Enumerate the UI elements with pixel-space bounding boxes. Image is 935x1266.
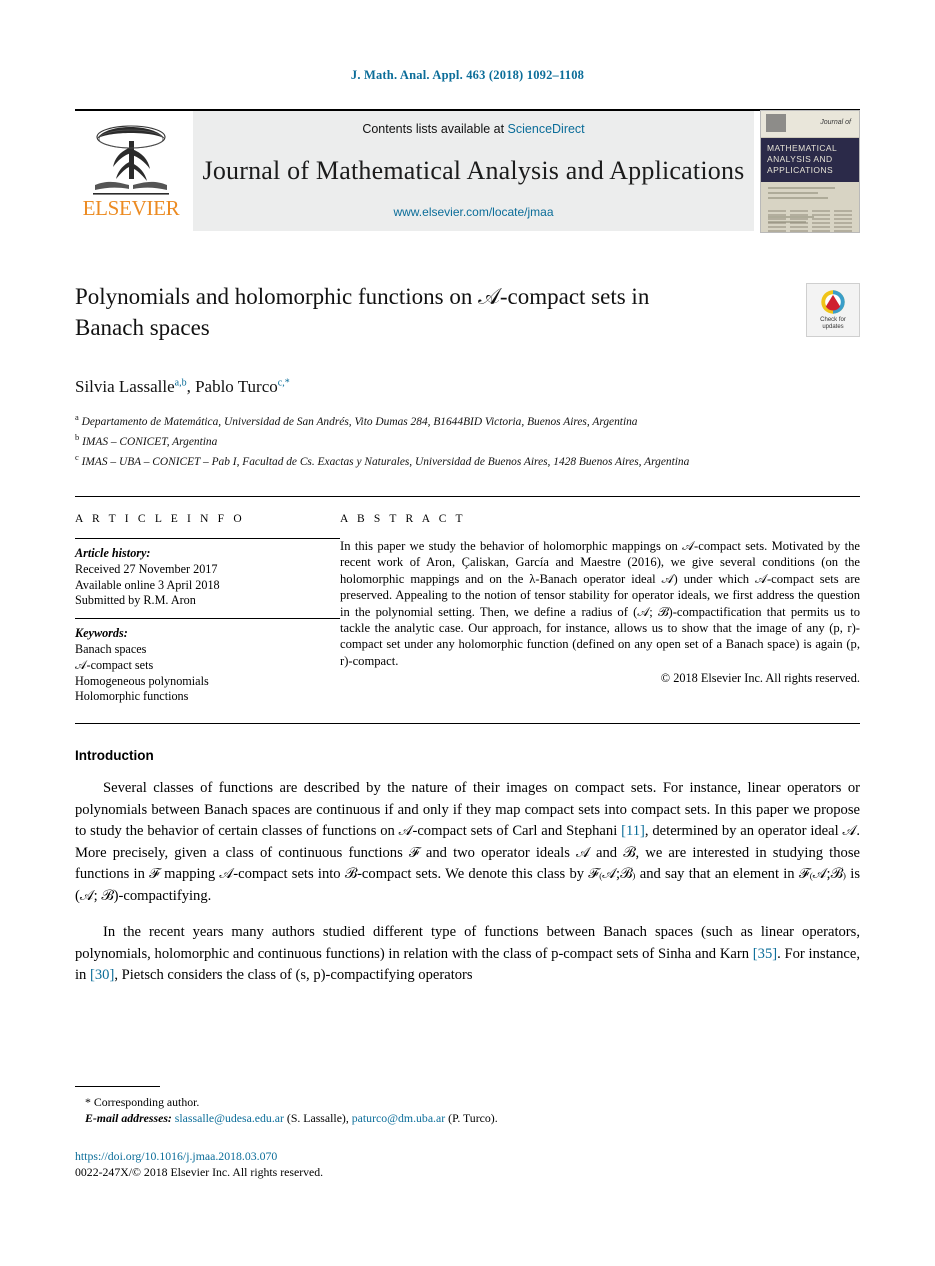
history-submitted-by: Submitted by R.M. Aron [75,593,196,608]
journal-cover-thumbnail: Journal of MATHEMATICAL ANALYSIS AND APP… [760,110,860,233]
contents-prefix: Contents lists available at [362,122,508,136]
intro-paragraph-2: In the recent years many authors studied… [75,922,860,987]
intro-paragraph-1: Several classes of functions are describ… [75,778,860,907]
crossmark-line2: updates [822,324,844,330]
author-2-affil-marks[interactable]: c,* [278,377,290,388]
journal-url-link[interactable]: www.elsevier.com/locate/jmaa [393,205,553,219]
cover-editor-lines [761,182,859,207]
body-top-rule [75,723,860,725]
email-owner-turco: (P. Turco). [448,1111,498,1125]
affiliation-a-marker: a [75,412,79,422]
author-1: Silvia Lassalle [75,377,175,396]
cover-journal-of-label: Journal of [820,119,851,126]
history-received: Received 27 November 2017 [75,561,218,576]
crossmark-line1: Check for [820,317,846,323]
author-2: , Pablo Turco [186,377,278,396]
affiliation-b-text: IMAS – CONICET, Argentina [82,435,218,448]
keyword-item: Holomorphic functions [75,689,189,704]
corresponding-author-text: Corresponding author. [93,1095,200,1109]
page-title: Polynomials and holomorphic functions on… [75,284,650,340]
keywords-label: Keywords: [75,626,128,641]
history-available-online: Available online 3 April 2018 [75,577,220,592]
doi-block: https://doi.org/10.1016/j.jmaa.2018.03.0… [75,1148,323,1180]
cover-title-line1: MATHEMATICAL [767,143,838,153]
doi-link[interactable]: https://doi.org/10.1016/j.jmaa.2018.03.0… [75,1148,323,1164]
email-link-turco[interactable]: paturco@dm.uba.ar [352,1111,445,1125]
affiliation-c-text: IMAS – UBA – CONICET – Pab I, Facultad d… [81,455,690,468]
journal-band: Contents lists available at ScienceDirec… [193,111,754,231]
affiliation-list: a Departamento de Matemática, Universida… [75,410,860,470]
citation-35[interactable]: [35] [753,946,777,962]
affiliation-c: c IMAS – UBA – CONICET – Pab I, Facultad… [75,450,860,470]
article-history-label: Article history: [75,546,151,560]
elsevier-wordmark: ELSEVIER [82,196,180,220]
running-head: J. Math. Anal. Appl. 463 (2018) 1092–110… [350,68,585,82]
email-addresses-note: E-mail addresses: slassalle@udesa.edu.ar… [75,1110,860,1126]
cover-footer-lines [768,216,852,226]
affiliation-b-marker: b [75,432,80,442]
elsevier-tree-icon [85,117,177,197]
keyword-item: 𝒜-compact sets [75,657,154,672]
affiliation-b: b IMAS – CONICET, Argentina [75,430,860,450]
issn-copyright-line: 0022-247X/© 2018 Elsevier Inc. All right… [75,1165,324,1179]
article-info-column: A R T I C L E I N F O Article history: R… [75,513,340,705]
footnote-block: * Corresponding author. E-mail addresses… [75,1086,860,1126]
abstract-copyright: © 2018 Elsevier Inc. All rights reserved… [660,671,860,686]
keyword-item: Homogeneous polynomials [75,673,209,688]
journal-masthead: ELSEVIER Contents lists available at Sci… [75,109,860,233]
email-label: E-mail addresses: [85,1111,172,1125]
intro-p2-part-c: , Pietsch considers the class of (s, p)-… [114,967,473,984]
citation-11[interactable]: [11] [621,823,645,839]
email-owner-lassalle: (S. Lassalle), [286,1111,349,1125]
citation-30[interactable]: [30] [90,967,114,983]
keyword-item: Banach spaces [75,641,147,656]
crossmark-badge[interactable]: Check for updates [806,283,860,337]
footnote-rule [75,1086,160,1087]
cover-header: Journal of [761,111,859,138]
intro-p2-part-a: In the recent years many authors studied… [75,924,860,962]
elsevier-logo: ELSEVIER [75,111,187,231]
paper-page: J. Math. Anal. Appl. 463 (2018) 1092–110… [0,0,935,1266]
author-1-affil-marks[interactable]: a,b [175,377,187,388]
cover-title-line3: APPLICATIONS [767,165,834,175]
info-abstract-section: A R T I C L E I N F O Article history: R… [75,496,860,705]
affiliation-a-text: Departamento de Matemática, Universidad … [81,415,638,428]
author-list: Silvia Lassallea,b, Pablo Turcoc,* [75,377,860,397]
email-link-lassalle[interactable]: slassalle@udesa.edu.ar [175,1111,284,1125]
cover-title-band: MATHEMATICAL ANALYSIS AND APPLICATIONS [761,138,859,182]
affiliation-c-marker: c [75,452,79,462]
title-block: Polynomials and holomorphic functions on… [75,281,860,351]
abstract-column: A B S T R A C T In this paper we study t… [340,513,860,705]
corresponding-author-note: * Corresponding author. [85,1095,200,1109]
abstract-heading: A B S T R A C T [340,513,466,525]
cover-title-line2: ANALYSIS AND [767,154,833,164]
abstract-text: In this paper we study the behavior of h… [340,539,860,668]
section-heading-introduction: Introduction [75,748,154,764]
crossmark-label: Check for updates [820,317,846,331]
journal-title: Journal of Mathematical Analysis and App… [202,155,745,185]
contents-available-line: Contents lists available at ScienceDirec… [362,122,584,136]
article-history-block: Article history: Received 27 November 20… [75,539,340,618]
article-info-heading: A R T I C L E I N F O [75,513,245,525]
sciencedirect-link[interactable]: ScienceDirect [508,122,585,136]
keywords-block: Keywords: Banach spaces 𝒜-compact sets H… [75,619,340,705]
cover-elsevier-icon [766,114,786,132]
crossmark-icon [821,290,845,314]
affiliation-a: a Departamento de Matemática, Universida… [75,410,860,430]
